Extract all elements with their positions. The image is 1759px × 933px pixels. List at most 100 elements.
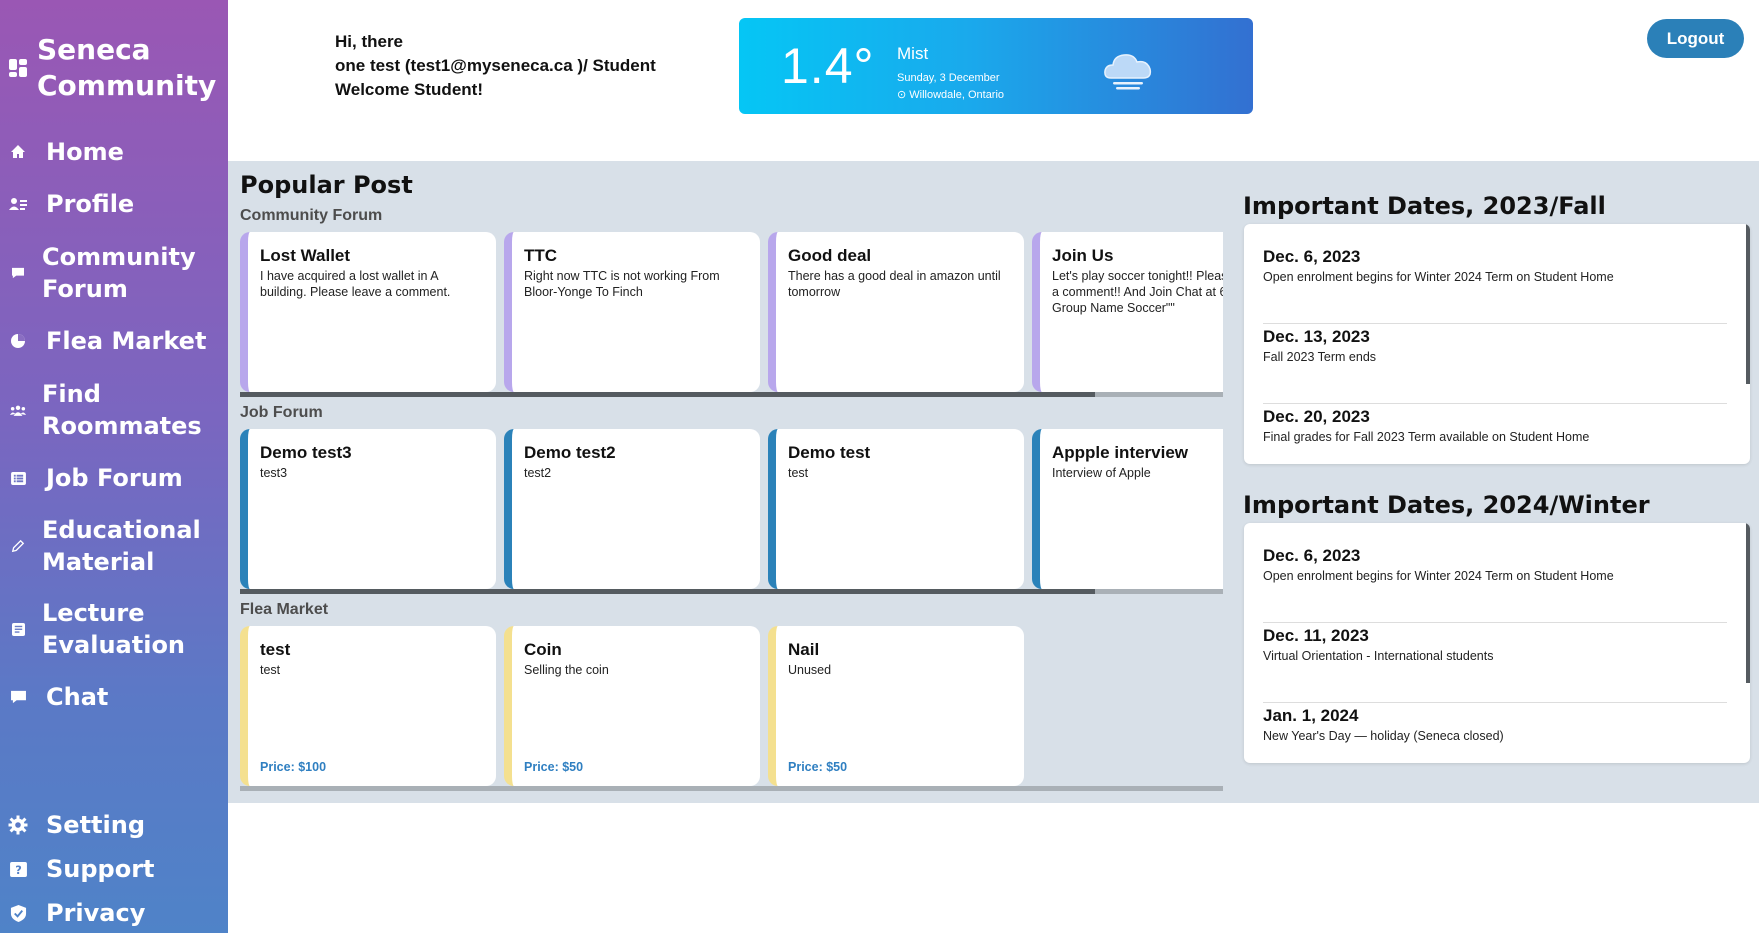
greeting-hello: Hi, there	[335, 32, 404, 51]
dates-scrollbar[interactable]	[1746, 224, 1750, 384]
date-description: Virtual Orientation - International stud…	[1263, 649, 1494, 663]
nav-label-job-forum: Job Forum	[46, 464, 183, 492]
nav-item-profile[interactable]: Profile	[0, 188, 228, 220]
date-description: Final grades for Fall 2023 Term availabl…	[1263, 430, 1590, 444]
job-card[interactable]: Demo test2 test2	[504, 429, 760, 589]
flea-market-label: Flea Market	[240, 601, 329, 618]
post-text: I have acquired a lost wallet in A build…	[260, 269, 451, 299]
job-card[interactable]: Demo test3 test3	[240, 429, 496, 589]
job-text: Interview of Apple	[1052, 466, 1151, 480]
flea-market-cards: test test Price: $100 Coin Selling the c…	[240, 626, 1223, 786]
nav-label-flea-market: Flea Market	[46, 327, 207, 355]
nav-item-support[interactable]: ? Support	[0, 853, 228, 885]
nav-label-setting: Setting	[46, 811, 145, 839]
nav-item-community-forum[interactable]: Community Forum	[0, 241, 228, 305]
nav-label-privacy: Privacy	[46, 899, 146, 927]
item-title: test	[260, 640, 291, 659]
weather-location: ⊙ Willowdale, Ontario	[897, 89, 1005, 101]
pencil-icon	[7, 535, 29, 557]
nav-item-chat[interactable]: Chat	[0, 681, 228, 713]
post-card[interactable]: Join Us Let's play soccer tonight!! Plea…	[1032, 232, 1223, 392]
flea-card[interactable]: Nail Unused Price: $50	[768, 626, 1024, 786]
date-label: Dec. 13, 2023	[1263, 327, 1370, 346]
date-entry: Dec. 11, 2023 Virtual Orientation - Inte…	[1263, 625, 1727, 705]
post-card[interactable]: Lost Wallet I have acquired a lost walle…	[240, 232, 496, 392]
divider	[1263, 702, 1727, 703]
date-label: Jan. 1, 2024	[1263, 706, 1359, 725]
nav-item-lecture-evaluation[interactable]: Lecture Evaluation	[0, 597, 228, 661]
date-description: Open enrolment begins for Winter 2024 Te…	[1263, 569, 1614, 583]
date-entry: Dec. 6, 2023 Open enrolment begins for W…	[1263, 545, 1727, 625]
important-dates-winter-list[interactable]: Dec. 6, 2023 Open enrolment begins for W…	[1244, 523, 1750, 763]
chat-bubble-icon	[7, 262, 29, 284]
home-icon	[7, 141, 29, 163]
nav-label-home: Home	[46, 138, 124, 166]
job-title: Demo test	[788, 443, 871, 462]
divider	[1263, 403, 1727, 404]
job-card[interactable]: Demo test test	[768, 429, 1024, 589]
item-price: Price: $50	[788, 760, 848, 774]
nav-item-flea-market[interactable]: Flea Market	[0, 325, 228, 357]
community-forum-label: Community Forum	[240, 207, 383, 224]
nav-label-community-forum: Community Forum	[42, 243, 196, 303]
greeting-user: one test (test1@myseneca.ca )/ Student	[335, 56, 656, 75]
clipboard-icon	[7, 618, 29, 640]
community-forum-scrollbar[interactable]	[240, 392, 1223, 397]
job-forum-scrollbar[interactable]	[240, 589, 1223, 594]
post-title: Lost Wallet	[260, 246, 351, 265]
date-description: Fall 2023 Term ends	[1263, 350, 1377, 364]
flea-card[interactable]: Coin Selling the coin Price: $50	[504, 626, 760, 786]
scrollbar-thumb[interactable]	[240, 392, 1096, 397]
chat-icon	[7, 686, 29, 708]
dashboard-icon	[9, 59, 27, 77]
job-text: test	[788, 466, 809, 480]
job-forum-cards: Demo test3 test3 Demo test2 test2 Demo t…	[240, 429, 1223, 589]
job-card[interactable]: Appple interview Interview of Apple	[1032, 429, 1223, 589]
item-title: Nail	[788, 640, 820, 659]
profile-icon	[7, 193, 29, 215]
nav-item-setting[interactable]: Setting	[0, 809, 228, 841]
weather-condition: Mist	[897, 44, 929, 63]
nav-label-chat: Chat	[46, 683, 109, 711]
shield-icon	[7, 902, 29, 924]
pie-chart-icon	[7, 330, 29, 352]
nav-item-home[interactable]: Home	[0, 136, 228, 168]
flea-market-scrollbar[interactable]	[240, 786, 1223, 791]
item-price: Price: $50	[524, 760, 584, 774]
important-dates-fall-title: Important Dates, 2023/Fall	[1243, 192, 1606, 220]
date-label: Dec. 6, 2023	[1263, 247, 1361, 266]
nav-item-job-forum[interactable]: Job Forum	[0, 462, 228, 494]
dates-scrollbar[interactable]	[1746, 523, 1750, 683]
nav-label-profile: Profile	[46, 190, 135, 218]
weather-date: Sunday, 3 December	[897, 72, 1000, 84]
job-title: Demo test3	[260, 443, 352, 462]
weather-widget: 1.4° Mist Sunday, 3 December ⊙ Willowdal…	[739, 18, 1253, 114]
flea-card[interactable]: test test Price: $100	[240, 626, 496, 786]
nav-label-lecture-evaluation: Lecture Evaluation	[42, 599, 186, 659]
job-title: Demo test2	[524, 443, 616, 462]
brand[interactable]: Seneca Community	[8, 32, 216, 104]
date-entry: Jan. 1, 2024 New Year's Day — holiday (S…	[1263, 705, 1727, 763]
nav-item-privacy[interactable]: Privacy	[0, 897, 228, 929]
date-entry: Dec. 6, 2023 Open enrolment begins for W…	[1263, 246, 1727, 326]
post-card[interactable]: Good deal There has a good deal in amazo…	[768, 232, 1024, 392]
item-price: Price: $100	[260, 760, 327, 774]
job-text: test3	[260, 466, 288, 480]
svg-text:?: ?	[15, 864, 22, 877]
important-dates-fall-list[interactable]: Dec. 6, 2023 Open enrolment begins for W…	[1244, 224, 1750, 464]
item-title: Coin	[524, 640, 562, 659]
scrollbar-thumb[interactable]	[240, 589, 1096, 594]
nav-label-support: Support	[46, 855, 155, 883]
job-title: Appple interview	[1052, 443, 1189, 462]
nav-item-educational-material[interactable]: Educational Material	[0, 514, 228, 578]
post-card[interactable]: TTC Right now TTC is not working From Bl…	[504, 232, 760, 392]
community-forum-cards: Lost Wallet I have acquired a lost walle…	[240, 232, 1223, 392]
nav-item-find-roommates[interactable]: Find Roommates	[0, 378, 228, 442]
post-text: Right now TTC is not working From Bloor-…	[524, 269, 720, 299]
logout-button[interactable]: Logout	[1647, 19, 1744, 58]
divider	[1263, 622, 1727, 623]
date-entry: Dec. 13, 2023 Fall 2023 Term ends	[1263, 326, 1727, 406]
popular-post-title: Popular Post	[240, 171, 413, 199]
post-text: Let's play soccer tonight!! Please leave…	[1052, 269, 1223, 315]
greeting: Hi, there one test (test1@myseneca.ca )/…	[335, 30, 656, 102]
